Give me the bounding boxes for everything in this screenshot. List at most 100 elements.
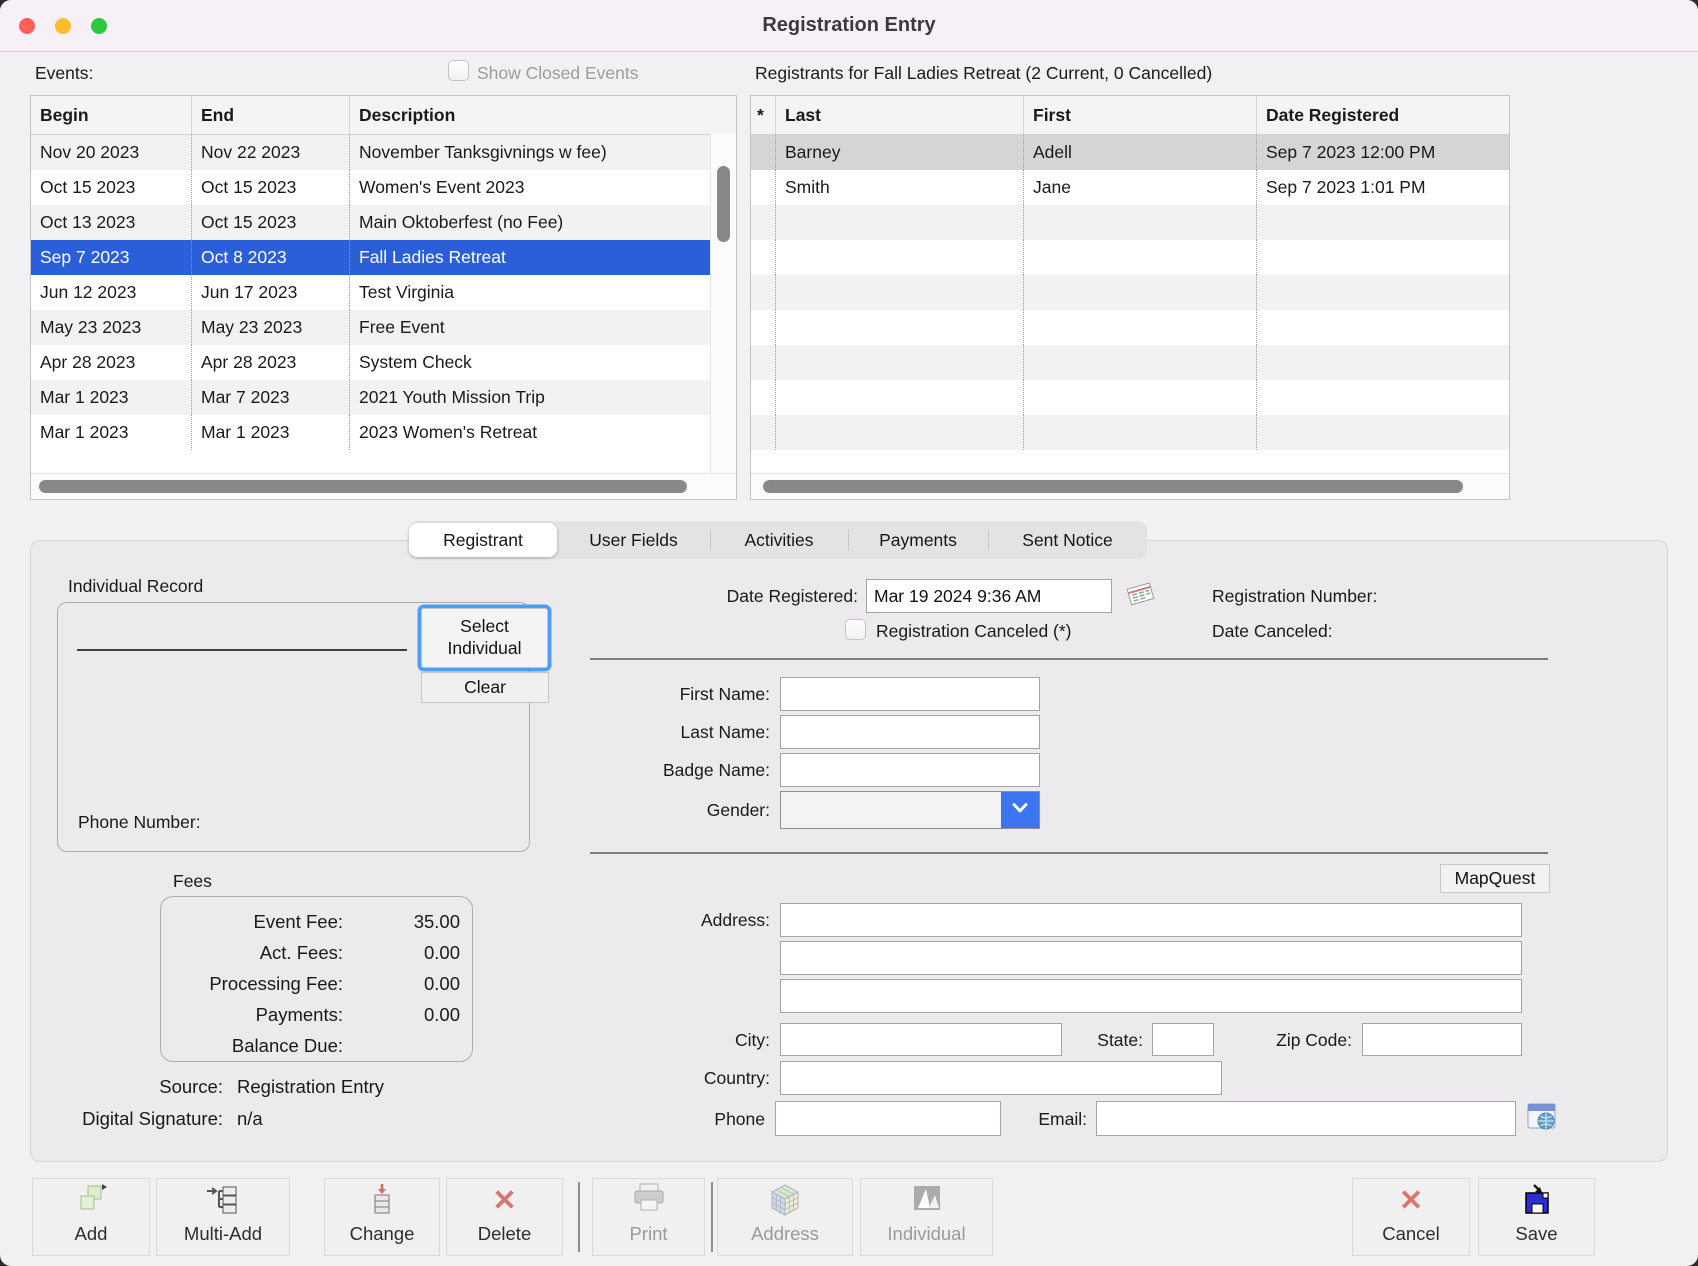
tab-user-fields[interactable]: User Fields [557, 521, 710, 559]
close-button[interactable] [19, 18, 35, 34]
toolbar-button-label: Address [751, 1223, 819, 1244]
date-canceled-label: Date Canceled: [1212, 621, 1333, 642]
window-title: Registration Entry [0, 0, 1698, 50]
tab-activities[interactable]: Activities [710, 521, 848, 559]
show-closed-events-checkbox[interactable] [448, 60, 469, 81]
registrant-last: Barney [775, 135, 1023, 170]
fee-value: 0.00 [343, 968, 472, 999]
last-name-input[interactable] [780, 715, 1040, 749]
registrant-row-selected[interactable]: Barney Adell Sep 7 2023 12:00 PM [751, 135, 1509, 170]
event-begin: Jun 12 2023 [31, 275, 191, 310]
add-button[interactable]: Add [32, 1178, 150, 1256]
fee-value: 0.00 [343, 999, 472, 1030]
events-table-header: Begin End Description [31, 96, 736, 135]
email-label: Email: [1015, 1109, 1087, 1130]
registrants-horizontal-scroll-thumb[interactable] [763, 480, 1463, 493]
fee-row: Processing Fee: 0.00 [161, 968, 472, 999]
date-registered-label: Date Registered: [610, 586, 858, 607]
registrant-empty-row[interactable] [751, 380, 1509, 415]
registrants-horizontal-scrollbar[interactable] [751, 473, 1509, 499]
event-begin: May 23 2023 [31, 310, 191, 345]
first-name-input[interactable] [780, 677, 1040, 711]
event-row[interactable]: Oct 15 2023 Oct 15 2023 Women's Event 20… [31, 170, 711, 205]
print-button[interactable]: Print [592, 1178, 705, 1256]
registrant-empty-row[interactable] [751, 310, 1509, 345]
registrant-star [751, 170, 775, 205]
registration-canceled-label: Registration Canceled (*) [876, 621, 1072, 642]
first-name-label: First Name: [570, 684, 770, 705]
registrants-col-first[interactable]: First [1023, 96, 1256, 134]
events-col-begin[interactable]: Begin [31, 96, 191, 134]
email-web-icon[interactable] [1526, 1100, 1558, 1139]
calendar-icon[interactable] [1124, 580, 1156, 613]
events-col-end[interactable]: End [191, 96, 349, 134]
event-row[interactable]: Nov 20 2023 Nov 22 2023 November Tanksgi… [31, 135, 711, 170]
registrant-date: Sep 7 2023 1:01 PM [1256, 170, 1509, 205]
registration-canceled-checkbox[interactable] [845, 619, 866, 640]
event-row[interactable]: May 23 2023 May 23 2023 Free Event [31, 310, 711, 345]
event-row[interactable]: Apr 28 2023 Apr 28 2023 System Check [31, 345, 711, 380]
address-line1-input[interactable] [780, 903, 1522, 937]
registrant-empty-row[interactable] [751, 205, 1509, 240]
multi-add-button[interactable]: Multi-Add [156, 1178, 290, 1256]
event-row[interactable]: Oct 13 2023 Oct 15 2023 Main Oktoberfest… [31, 205, 711, 240]
city-input[interactable] [780, 1023, 1062, 1056]
event-row[interactable]: Mar 1 2023 Mar 1 2023 2023 Women's Retre… [31, 415, 711, 450]
gender-dropdown-button[interactable] [1001, 792, 1039, 828]
registrant-empty-row[interactable] [751, 240, 1509, 275]
individual-button[interactable]: Individual [860, 1178, 993, 1256]
address-line2-input[interactable] [780, 941, 1522, 975]
registrants-table-header: * Last First Date Registered [751, 96, 1509, 135]
last-name-label: Last Name: [570, 722, 770, 743]
event-begin: Apr 28 2023 [31, 345, 191, 380]
registrants-col-date[interactable]: Date Registered [1256, 96, 1509, 134]
event-description: Test Virginia [349, 275, 711, 310]
toolbar-button-label: Print [629, 1223, 667, 1244]
registrant-empty-row[interactable] [751, 415, 1509, 450]
individual-record-label: Individual Record [68, 576, 203, 597]
events-vertical-scroll-thumb[interactable] [717, 166, 730, 242]
event-row-selected[interactable]: Sep 7 2023 Oct 8 2023 Fall Ladies Retrea… [31, 240, 711, 275]
country-input[interactable] [780, 1061, 1222, 1095]
date-registered-input[interactable] [866, 579, 1112, 613]
event-row[interactable]: Jun 12 2023 Jun 17 2023 Test Virginia [31, 275, 711, 310]
cancel-button[interactable]: ✕ Cancel [1352, 1178, 1470, 1256]
individual-name-underline [77, 649, 407, 651]
tab-registrant[interactable]: Registrant [409, 523, 557, 557]
tab-sent-notice[interactable]: Sent Notice [988, 521, 1147, 559]
registrant-empty-row[interactable] [751, 275, 1509, 310]
badge-name-input[interactable] [780, 753, 1040, 787]
registrant-row[interactable]: Smith Jane Sep 7 2023 1:01 PM [751, 170, 1509, 205]
mapquest-button[interactable]: MapQuest [1440, 864, 1550, 893]
change-button[interactable]: Change [324, 1178, 440, 1256]
address-button[interactable]: Address [717, 1178, 853, 1256]
registrant-empty-row[interactable] [751, 345, 1509, 380]
save-button[interactable]: Save [1478, 1178, 1595, 1256]
zoom-button[interactable] [91, 18, 107, 34]
zip-code-input[interactable] [1362, 1023, 1522, 1056]
registrants-col-star[interactable]: * [751, 96, 775, 134]
events-horizontal-scrollbar[interactable] [31, 473, 736, 499]
state-input[interactable] [1152, 1023, 1214, 1056]
phone-input[interactable] [775, 1101, 1001, 1136]
tab-payments[interactable]: Payments [848, 521, 988, 559]
events-horizontal-scroll-thumb[interactable] [39, 480, 687, 493]
events-col-description[interactable]: Description [349, 96, 736, 134]
event-row[interactable]: Mar 1 2023 Mar 7 2023 2021 Youth Mission… [31, 380, 711, 415]
minimize-button[interactable] [55, 18, 71, 34]
toolbar-button-label: Cancel [1382, 1223, 1440, 1244]
address-label: Address: [570, 910, 770, 931]
events-vertical-scrollbar[interactable] [710, 134, 736, 474]
fee-value: 35.00 [343, 906, 472, 937]
clear-button[interactable]: Clear [421, 672, 549, 703]
event-end: May 23 2023 [191, 310, 349, 345]
event-description: System Check [349, 345, 711, 380]
event-description: November Tanksgivnings w fee) [349, 135, 711, 170]
select-individual-button[interactable]: Select Individual [421, 608, 548, 668]
email-input[interactable] [1096, 1101, 1516, 1136]
delete-button[interactable]: ✕ Delete [446, 1178, 563, 1256]
toolbar-button-label: Save [1515, 1223, 1557, 1244]
registrants-col-last[interactable]: Last [775, 96, 1023, 134]
address-line3-input[interactable] [780, 979, 1522, 1013]
gender-dropdown[interactable] [780, 791, 1040, 829]
